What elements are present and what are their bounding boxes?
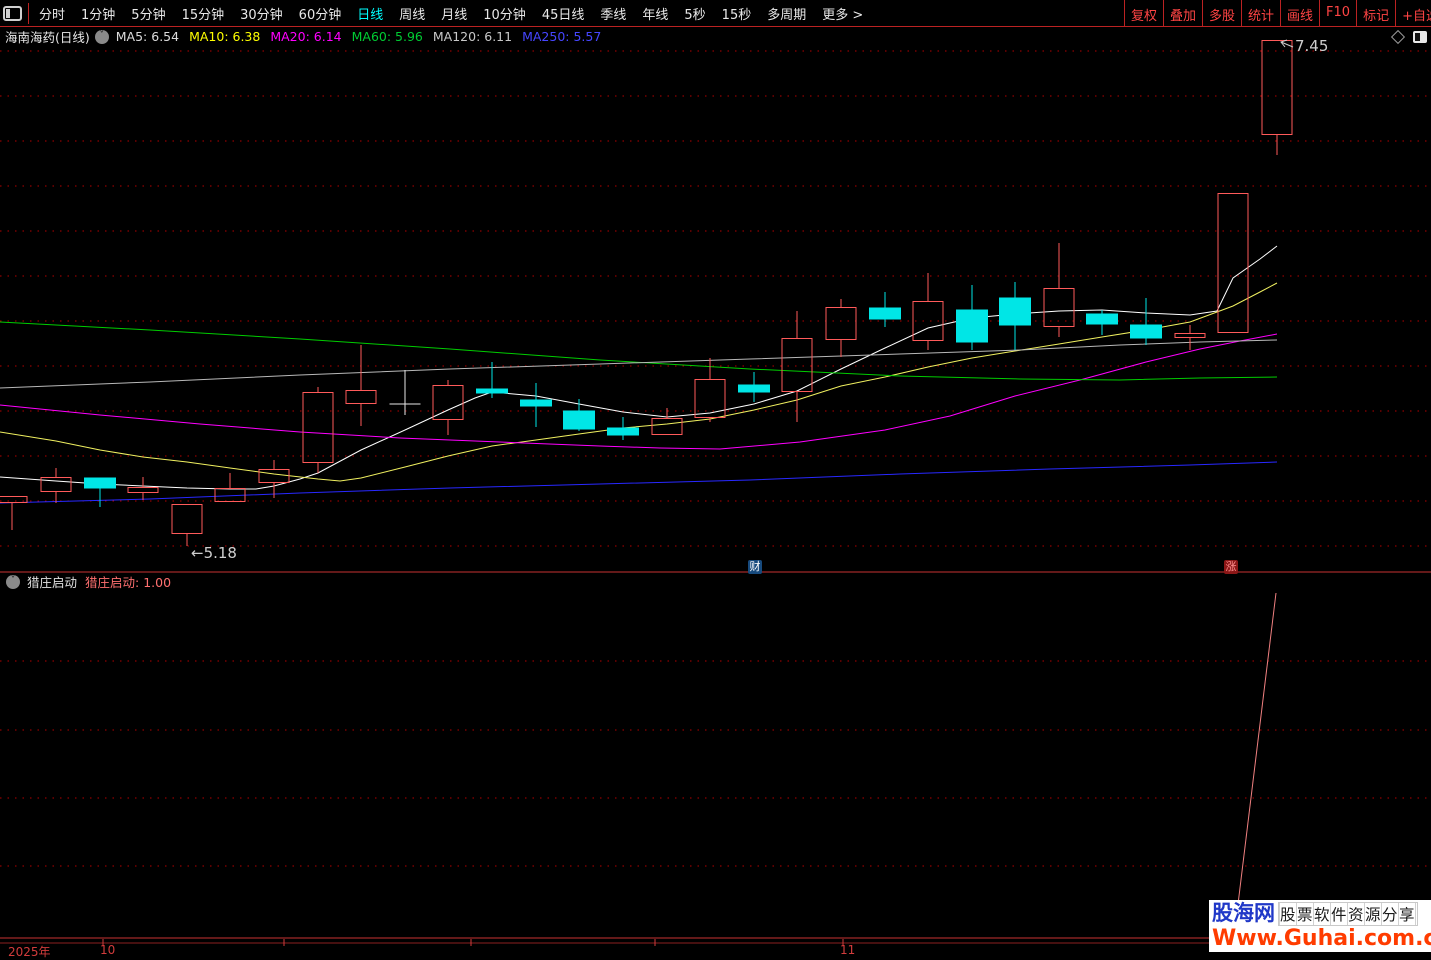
axis-month-label: 11 [840, 943, 856, 957]
panel-toggle-icon[interactable] [3, 5, 22, 21]
period-tab-1min[interactable]: 1分钟 [73, 4, 123, 23]
period-tab-45day[interactable]: 45日线 [534, 4, 593, 23]
period-tab-60min[interactable]: 60分钟 [291, 4, 350, 23]
indicator-name: 猎庄启动 [27, 575, 78, 590]
watermark-desc: 股票软件资源分享 [1278, 901, 1419, 926]
tool-stats-button[interactable]: 统计 [1241, 0, 1280, 26]
chart-corner-tools [1390, 29, 1427, 45]
ma250-value: MA250: 5.57 [522, 29, 602, 44]
period-tab-5sec[interactable]: 5秒 [676, 4, 713, 23]
period-menu: 分时 1分钟 5分钟 15分钟 30分钟 60分钟 日线 周线 月线 10分钟 … [31, 4, 871, 23]
chart-info-row: 海南海药(日线) ˅ MA5: 6.54 MA10: 6.38 MA20: 6.… [5, 29, 611, 45]
period-tab-multi[interactable]: 多周期 [759, 4, 814, 23]
tool-addwatch-button[interactable]: +自选 [1395, 0, 1431, 26]
period-tab-5min[interactable]: 5分钟 [123, 4, 173, 23]
period-tab-weekly[interactable]: 周线 [391, 4, 433, 23]
tool-draw-button[interactable]: 画线 [1280, 0, 1319, 26]
tool-multistock-button[interactable]: 多股 [1202, 0, 1241, 26]
chevron-down-icon[interactable]: ˅ [6, 574, 20, 589]
ma60-value: MA60: 5.96 [351, 29, 423, 44]
split-panel-icon[interactable] [1413, 31, 1427, 43]
period-tab-monthly[interactable]: 月线 [433, 4, 475, 23]
ma120-value: MA120: 6.11 [432, 29, 513, 44]
period-tab-yearly[interactable]: 年线 [634, 4, 676, 23]
menu-bar: 分时 1分钟 5分钟 15分钟 30分钟 60分钟 日线 周线 月线 10分钟 … [0, 0, 1431, 27]
ma5-value: MA5: 6.54 [115, 29, 180, 44]
period-tab-30min[interactable]: 30分钟 [232, 4, 291, 23]
stock-title: 海南海药(日线) [5, 30, 90, 45]
period-tab-quarter[interactable]: 季线 [592, 4, 634, 23]
menu-divider [28, 2, 29, 24]
tool-f10-button[interactable]: F10 [1319, 0, 1356, 26]
period-tab-15sec[interactable]: 15秒 [714, 4, 760, 23]
panel-toggle-icon-bar [6, 8, 10, 18]
period-tab-15min[interactable]: 15分钟 [174, 4, 233, 23]
period-tab-fenshi[interactable]: 分时 [31, 4, 73, 23]
svg-text:7.45: 7.45 [1295, 37, 1328, 55]
axis-year-label: 2025年 [8, 945, 51, 959]
watermark: 股海网 股票软件资源分享 Www.Guhai.com.cn [1209, 900, 1431, 952]
watermark-url: Www.Guhai.com.cn [1212, 926, 1431, 951]
period-tab-more[interactable]: 更多 > [814, 4, 871, 23]
candlestick-chart[interactable]: 7.45 ←5.18 [0, 0, 1431, 957]
event-marker-zhang[interactable]: 涨 [1224, 560, 1238, 574]
chevron-down-icon[interactable]: ˅ [94, 29, 109, 44]
indicator-value: 猎庄启动: 1.00 [85, 575, 172, 590]
period-tab-daily[interactable]: 日线 [349, 4, 391, 23]
watermark-brand: 股海网 [1212, 901, 1275, 925]
tool-mark-button[interactable]: 标记 [1356, 0, 1395, 26]
svg-text:←5.18: ←5.18 [191, 544, 237, 562]
axis-month-label: 10 [100, 943, 116, 957]
ma10-value: MA10: 6.38 [189, 29, 261, 44]
period-tab-10min[interactable]: 10分钟 [475, 4, 534, 23]
watermark-row1: 股海网 股票软件资源分享 [1209, 900, 1431, 927]
indicator-header: ˅ 猎庄启动 猎庄启动: 1.00 [6, 574, 172, 590]
ma20-value: MA20: 6.14 [270, 29, 342, 44]
diamond-icon[interactable] [1390, 29, 1406, 45]
event-marker-cai[interactable]: 财 [748, 560, 762, 574]
tool-menu: 复权 叠加 多股 统计 画线 F10 标记 +自选 [1123, 0, 1431, 26]
tool-overlay-button[interactable]: 叠加 [1162, 0, 1202, 26]
tool-fuquan-button[interactable]: 复权 [1123, 0, 1163, 26]
